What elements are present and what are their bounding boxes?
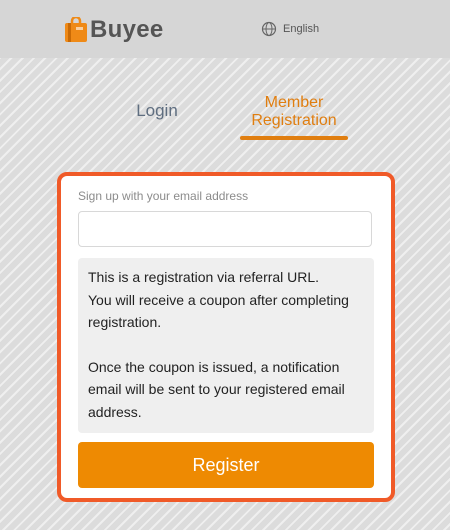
shopping-bag-icon [65, 17, 87, 42]
site-header: Buyee English [0, 0, 450, 58]
tab-login-label: Login [136, 101, 178, 120]
register-button[interactable]: Register [78, 442, 374, 488]
referral-notice: This is a registration via referral URL.… [78, 258, 374, 433]
tab-registration-label-line2: Registration [251, 112, 337, 129]
tab-member-registration[interactable]: Member Registration [230, 94, 358, 140]
notice-line-3: Once the coupon is issued, a notificatio… [88, 358, 345, 420]
tab-login[interactable]: Login [115, 101, 199, 121]
email-input[interactable] [78, 211, 372, 247]
notice-line-2: You will receive a coupon after completi… [88, 291, 349, 331]
registration-form: Sign up with your email address This is … [57, 172, 395, 502]
notice-spacer [88, 334, 364, 356]
language-label: English [283, 23, 320, 35]
email-label: Sign up with your email address [78, 189, 249, 203]
notice-line-1: This is a registration via referral URL. [88, 269, 320, 285]
language-selector[interactable]: English [261, 21, 319, 37]
globe-icon [261, 21, 277, 37]
tab-registration-label-line1: Member [264, 94, 324, 111]
auth-tabs: Login Member Registration [0, 58, 450, 168]
logo-text: Buyee [90, 16, 164, 43]
active-tab-indicator [240, 136, 348, 140]
buyee-logo[interactable]: Buyee [64, 16, 164, 44]
